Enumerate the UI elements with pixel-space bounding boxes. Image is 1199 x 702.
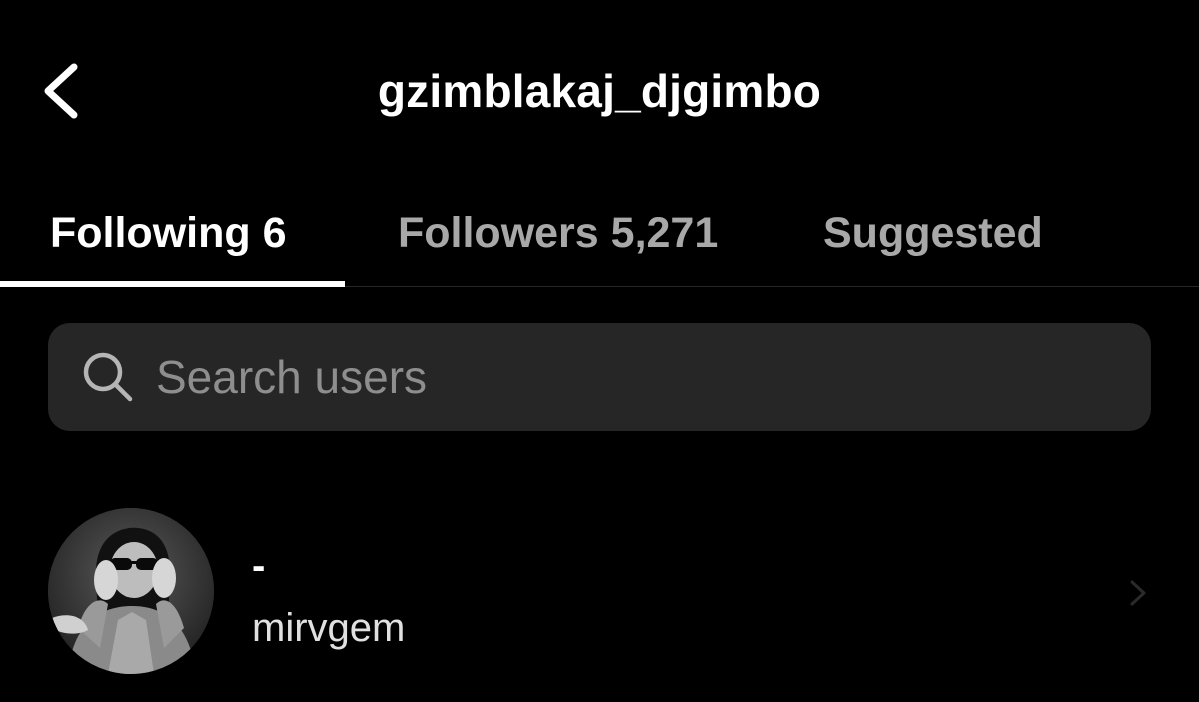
user-username: mirvgem [252,606,406,650]
tab-suggested[interactable]: Suggested [823,180,1043,286]
tab-bar: Following 6 Followers 5,271 Suggested [0,180,1199,287]
following-screen: gzimblakaj_djgimbo Following 6 Followers… [0,0,1199,702]
active-tab-indicator [0,281,345,287]
tab-following[interactable]: Following 6 [50,180,286,286]
search-icon [80,349,136,405]
avatar[interactable] [48,508,214,674]
list-item[interactable]: - mirvgem [0,500,1199,690]
chevron-right-icon [1130,580,1146,606]
tab-followers[interactable]: Followers 5,271 [398,180,718,286]
page-title: gzimblakaj_djgimbo [377,65,822,117]
search-bar[interactable] [48,323,1151,431]
header: gzimblakaj_djgimbo [0,0,1199,180]
search-input[interactable] [156,342,1056,412]
user-display-name: - [252,544,266,588]
